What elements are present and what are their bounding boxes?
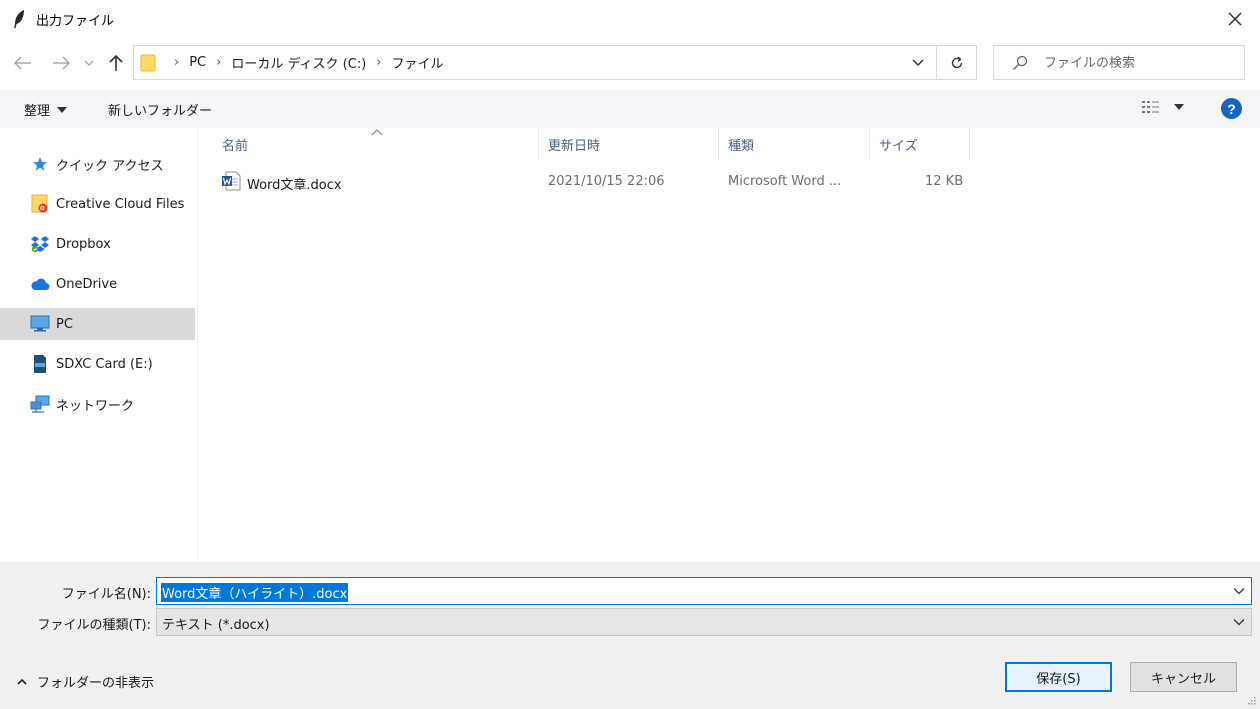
chevron-down-icon[interactable]	[910, 54, 926, 70]
sidebar-item-creative-cloud[interactable]: Creative Cloud Files	[0, 188, 195, 220]
column-header-type[interactable]: 種類	[719, 128, 870, 160]
title-bar: 出力ファイル	[0, 0, 1260, 38]
arrow-up-icon	[109, 54, 123, 71]
sd-card-icon	[30, 354, 50, 374]
arrow-right-icon	[53, 56, 70, 70]
cancel-button[interactable]: キャンセル	[1130, 662, 1237, 692]
column-header-label: 種類	[728, 138, 755, 154]
navigation-bar: › PC › ローカル ディスク (C:) › ファイル	[0, 38, 1260, 88]
view-options-button[interactable]	[1142, 100, 1184, 114]
breadcrumb-separator-icon: ›	[376, 55, 382, 70]
sidebar-item-dropbox[interactable]: Dropbox	[0, 228, 195, 260]
breadcrumb-item-local-disk[interactable]: ローカル ディスク (C:)	[231, 53, 366, 72]
file-type: Microsoft Word ...	[728, 174, 842, 189]
search-box[interactable]	[993, 45, 1245, 80]
file-name: Word文章.docx	[247, 178, 342, 193]
chevron-down-icon	[84, 60, 94, 66]
filetype-label: ファイルの種類(T):	[37, 618, 151, 633]
breadcrumb-separator-icon: ›	[216, 55, 222, 70]
caret-down-icon	[1174, 104, 1184, 110]
close-button[interactable]	[1222, 6, 1248, 32]
filename-input[interactable]: Word文章（ハイライト）.docx	[156, 577, 1252, 605]
navigation-pane: クイック アクセス Creative Cloud Files Dropbox O…	[0, 128, 198, 562]
cancel-button-label: キャンセル	[1150, 671, 1216, 687]
column-header-label: サイズ	[879, 138, 918, 154]
arrow-left-icon	[14, 56, 31, 70]
sidebar-item-label: OneDrive	[56, 276, 118, 292]
column-header-size[interactable]: サイズ	[870, 128, 970, 160]
breadcrumb-item-pc[interactable]: PC	[189, 55, 206, 70]
dropbox-icon	[30, 234, 50, 254]
chevron-down-icon	[1233, 619, 1245, 626]
refresh-button[interactable]	[937, 45, 977, 80]
filename-label: ファイル名(N):	[61, 587, 151, 602]
caret-down-icon	[57, 106, 68, 113]
creative-cloud-folder-icon	[30, 194, 50, 214]
column-header-label: 名前	[222, 138, 249, 154]
window-title: 出力ファイル	[36, 14, 115, 29]
filename-value: Word文章（ハイライト）.docx	[161, 583, 349, 602]
breadcrumb-item-folder[interactable]: ファイル	[392, 53, 444, 72]
column-header-date[interactable]: 更新日時	[539, 128, 719, 160]
sidebar-item-network[interactable]: ネットワーク	[0, 388, 195, 420]
sidebar-item-sd-card[interactable]: SDXC Card (E:)	[0, 348, 195, 380]
feather-icon	[14, 10, 24, 28]
folder-icon	[140, 54, 156, 72]
sidebar-item-label: SDXC Card (E:)	[56, 356, 153, 372]
help-button[interactable]: ?	[1221, 98, 1242, 119]
word-document-icon	[222, 171, 241, 191]
command-bar: 整理 新しいフォルダー	[0, 90, 1260, 128]
filetype-select[interactable]: テキスト (*.docx)	[156, 608, 1252, 636]
address-bar[interactable]: › PC › ローカル ディスク (C:) › ファイル	[133, 45, 937, 80]
breadcrumb: › PC › ローカル ディスク (C:) › ファイル	[164, 46, 444, 79]
save-button-label: 保存(S)	[1036, 671, 1081, 687]
breadcrumb-separator-icon: ›	[174, 55, 180, 70]
save-options-panel: ファイル名(N): Word文章（ハイライト）.docx ファイルの種類(T):…	[0, 562, 1260, 709]
hide-folders-label: フォルダーの非表示	[37, 676, 155, 691]
sidebar-item-label: PC	[56, 316, 73, 332]
search-icon	[1013, 55, 1028, 70]
question-icon: ?	[1227, 100, 1236, 117]
organize-label: 整理	[24, 104, 51, 119]
save-button[interactable]: 保存(S)	[1005, 662, 1112, 692]
recent-locations-button[interactable]	[82, 52, 96, 74]
table-row[interactable]: Word文章.docx 2021/10/15 22:06 Microsoft W…	[221, 168, 1171, 196]
column-header-name[interactable]: 名前	[213, 128, 539, 160]
computer-icon	[30, 314, 50, 334]
close-icon	[1228, 12, 1242, 26]
star-icon	[30, 154, 50, 174]
sidebar-item-onedrive[interactable]: OneDrive	[0, 268, 195, 300]
organize-button[interactable]: 整理	[24, 100, 68, 119]
hide-folders-button[interactable]: フォルダーの非表示	[16, 672, 154, 691]
details-view-icon	[1142, 101, 1159, 113]
resize-grip-icon[interactable]	[1246, 695, 1256, 705]
sidebar-item-label: Dropbox	[56, 236, 111, 252]
chevron-down-icon[interactable]	[1233, 585, 1245, 597]
sidebar-item-pc[interactable]: PC	[0, 308, 195, 340]
chevron-up-icon	[17, 678, 27, 685]
back-button[interactable]	[12, 52, 34, 74]
forward-button[interactable]	[50, 52, 72, 74]
refresh-icon	[951, 55, 962, 68]
new-folder-button[interactable]: 新しいフォルダー	[108, 100, 212, 119]
cloud-icon	[30, 274, 50, 294]
search-input[interactable]	[1044, 53, 1234, 73]
sidebar-item-quick-access[interactable]: クイック アクセス	[0, 148, 195, 180]
file-date: 2021/10/15 22:06	[548, 174, 665, 189]
filetype-value: テキスト (*.docx)	[162, 618, 270, 633]
new-folder-label: 新しいフォルダー	[108, 104, 213, 119]
column-header-label: 更新日時	[548, 138, 601, 154]
file-list: 名前 更新日時 種類 サイズ Word文章.docx 2021/10/15 22…	[199, 128, 1260, 562]
up-button[interactable]	[105, 52, 127, 74]
sidebar-item-label: クイック アクセス	[56, 158, 164, 174]
file-size: 12 KB	[925, 174, 964, 189]
network-icon	[30, 394, 50, 414]
sidebar-item-label: Creative Cloud Files	[56, 196, 185, 212]
sidebar-item-label: ネットワーク	[56, 398, 135, 414]
